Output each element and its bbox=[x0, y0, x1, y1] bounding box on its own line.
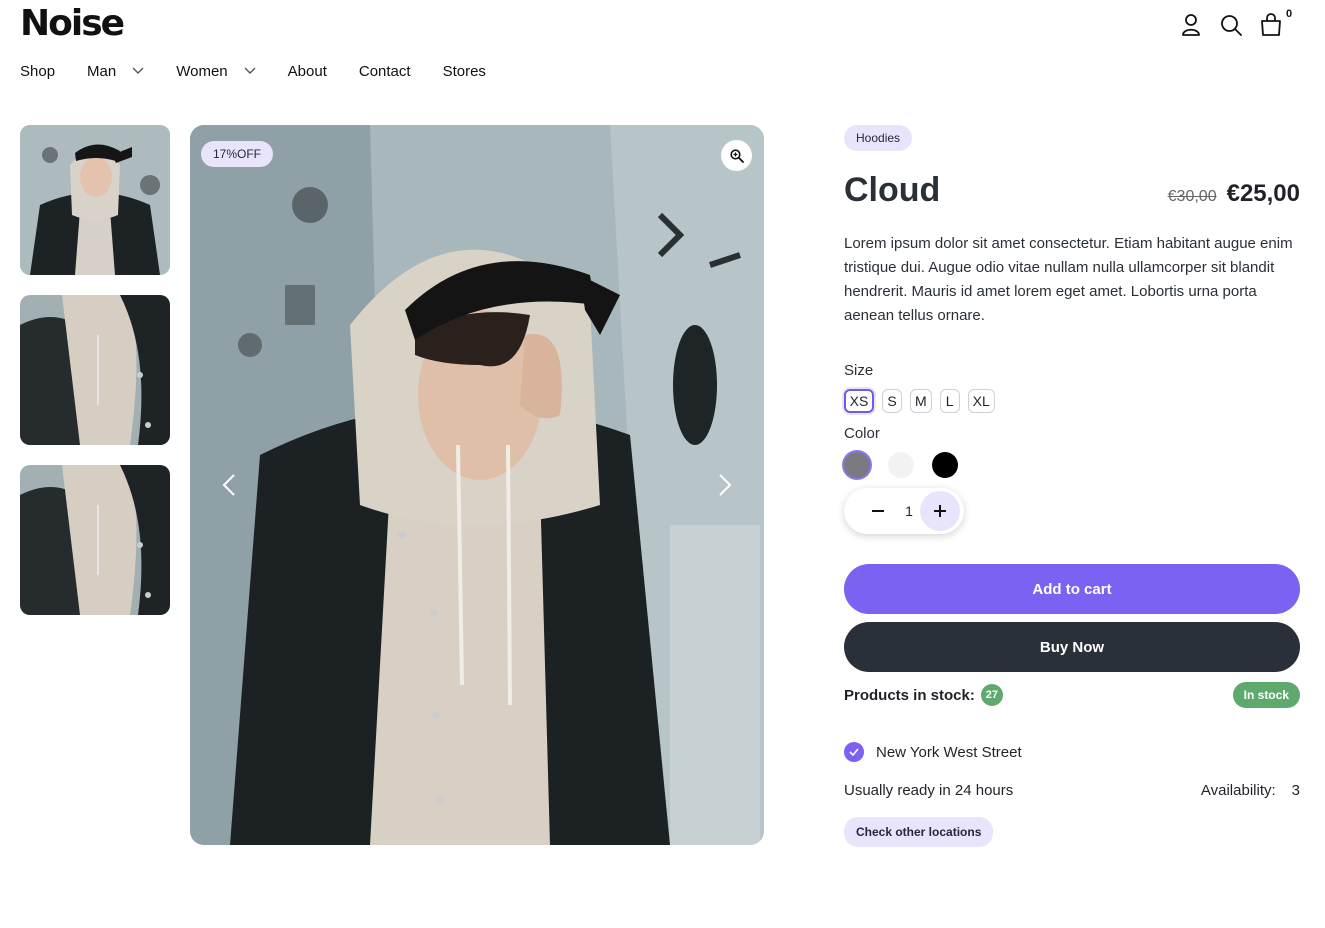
thumbnail-1[interactable] bbox=[20, 125, 170, 275]
thumbnail-list bbox=[20, 125, 170, 615]
size-option-s[interactable]: S bbox=[882, 389, 902, 413]
chevron-left-icon[interactable] bbox=[216, 472, 242, 498]
pickup-info: Usually ready in 24 hours Availability: … bbox=[844, 782, 1300, 799]
current-price: €25,00 bbox=[1226, 180, 1300, 207]
search-icon[interactable] bbox=[1218, 10, 1244, 40]
brand-logo[interactable]: Noise bbox=[20, 4, 125, 44]
chevron-down-icon bbox=[244, 67, 256, 75]
cart-count-badge: 0 bbox=[1286, 8, 1293, 20]
size-label: Size bbox=[844, 362, 874, 379]
nav-item-man[interactable]: Man bbox=[87, 60, 144, 82]
chevron-right-icon[interactable] bbox=[712, 472, 738, 498]
size-option-l[interactable]: L bbox=[939, 389, 960, 413]
color-swatch-white[interactable] bbox=[888, 452, 914, 478]
quantity-stepper: 1 bbox=[844, 488, 964, 534]
check-other-locations-button[interactable]: Check other locations bbox=[844, 817, 994, 847]
nav-label: Contact bbox=[358, 62, 411, 80]
old-price: €30,00 bbox=[1167, 188, 1217, 205]
user-icon[interactable] bbox=[1178, 10, 1204, 40]
minus-icon[interactable] bbox=[858, 491, 898, 531]
size-option-xs[interactable]: XS bbox=[844, 389, 874, 413]
buy-now-button[interactable]: Buy Now bbox=[844, 622, 1300, 672]
nav-item-about[interactable]: About bbox=[288, 60, 327, 82]
ready-time: Usually ready in 24 hours bbox=[844, 782, 1014, 799]
availability: Availability: 3 bbox=[1201, 782, 1300, 799]
nav-item-shop[interactable]: Shop bbox=[20, 60, 55, 82]
product-details: Hoodies Cloud €30,00 €25,00 Lorem ipsum … bbox=[844, 125, 1300, 847]
store-name: New York West Street bbox=[876, 743, 1022, 761]
main-nav: Shop Man Women About Contact Stores bbox=[20, 60, 518, 82]
size-option-m[interactable]: M bbox=[910, 389, 932, 413]
nav-label: Women bbox=[176, 62, 228, 80]
status-badge: In stock bbox=[1232, 682, 1300, 708]
quantity-value: 1 bbox=[905, 503, 913, 519]
thumbnail-3[interactable] bbox=[20, 465, 170, 615]
availability-value: 3 bbox=[1291, 782, 1300, 799]
nav-item-stores[interactable]: Stores bbox=[443, 60, 486, 82]
header-actions bbox=[1178, 10, 1284, 40]
stock-label: Products in stock: bbox=[844, 686, 975, 704]
size-option-xl[interactable]: XL bbox=[967, 389, 995, 413]
color-swatch-gray[interactable] bbox=[844, 452, 870, 478]
plus-icon[interactable] bbox=[919, 491, 960, 531]
stock-row: Products in stock: 27 In stock bbox=[844, 682, 1300, 708]
nav-label: Man bbox=[87, 62, 117, 80]
product-title: Cloud bbox=[844, 171, 941, 209]
chevron-down-icon bbox=[132, 67, 144, 75]
color-selector bbox=[844, 452, 1300, 478]
stock-count-badge: 27 bbox=[980, 684, 1003, 706]
color-swatch-black[interactable] bbox=[932, 452, 958, 478]
discount-badge: 17%OFF bbox=[201, 141, 274, 167]
add-to-cart-button[interactable]: Add to cart bbox=[844, 564, 1300, 614]
nav-item-contact[interactable]: Contact bbox=[359, 60, 411, 82]
availability-label: Availability: bbox=[1200, 782, 1276, 799]
check-icon bbox=[844, 742, 864, 762]
zoom-icon[interactable] bbox=[721, 140, 752, 171]
nav-label: Stores bbox=[442, 62, 486, 80]
price-group: €30,00 €25,00 bbox=[1168, 180, 1300, 208]
cart-icon[interactable] bbox=[1258, 10, 1284, 40]
nav-label: Shop bbox=[20, 62, 56, 80]
nav-label: About bbox=[287, 62, 327, 80]
product-description: Lorem ipsum dolor sit amet consectetur. … bbox=[844, 235, 1293, 324]
store-option[interactable]: New York West Street bbox=[844, 742, 1300, 762]
stock-info: Products in stock: 27 bbox=[844, 684, 1003, 706]
main-product-image: 17%OFF bbox=[190, 125, 764, 845]
thumbnail-2[interactable] bbox=[20, 295, 170, 445]
category-tag[interactable]: Hoodies bbox=[844, 125, 913, 151]
title-row: Cloud €30,00 €25,00 bbox=[844, 171, 1300, 210]
nav-item-women[interactable]: Women bbox=[176, 60, 256, 82]
size-selector: XS S M L XL bbox=[844, 389, 1300, 413]
color-label: Color bbox=[844, 425, 880, 442]
